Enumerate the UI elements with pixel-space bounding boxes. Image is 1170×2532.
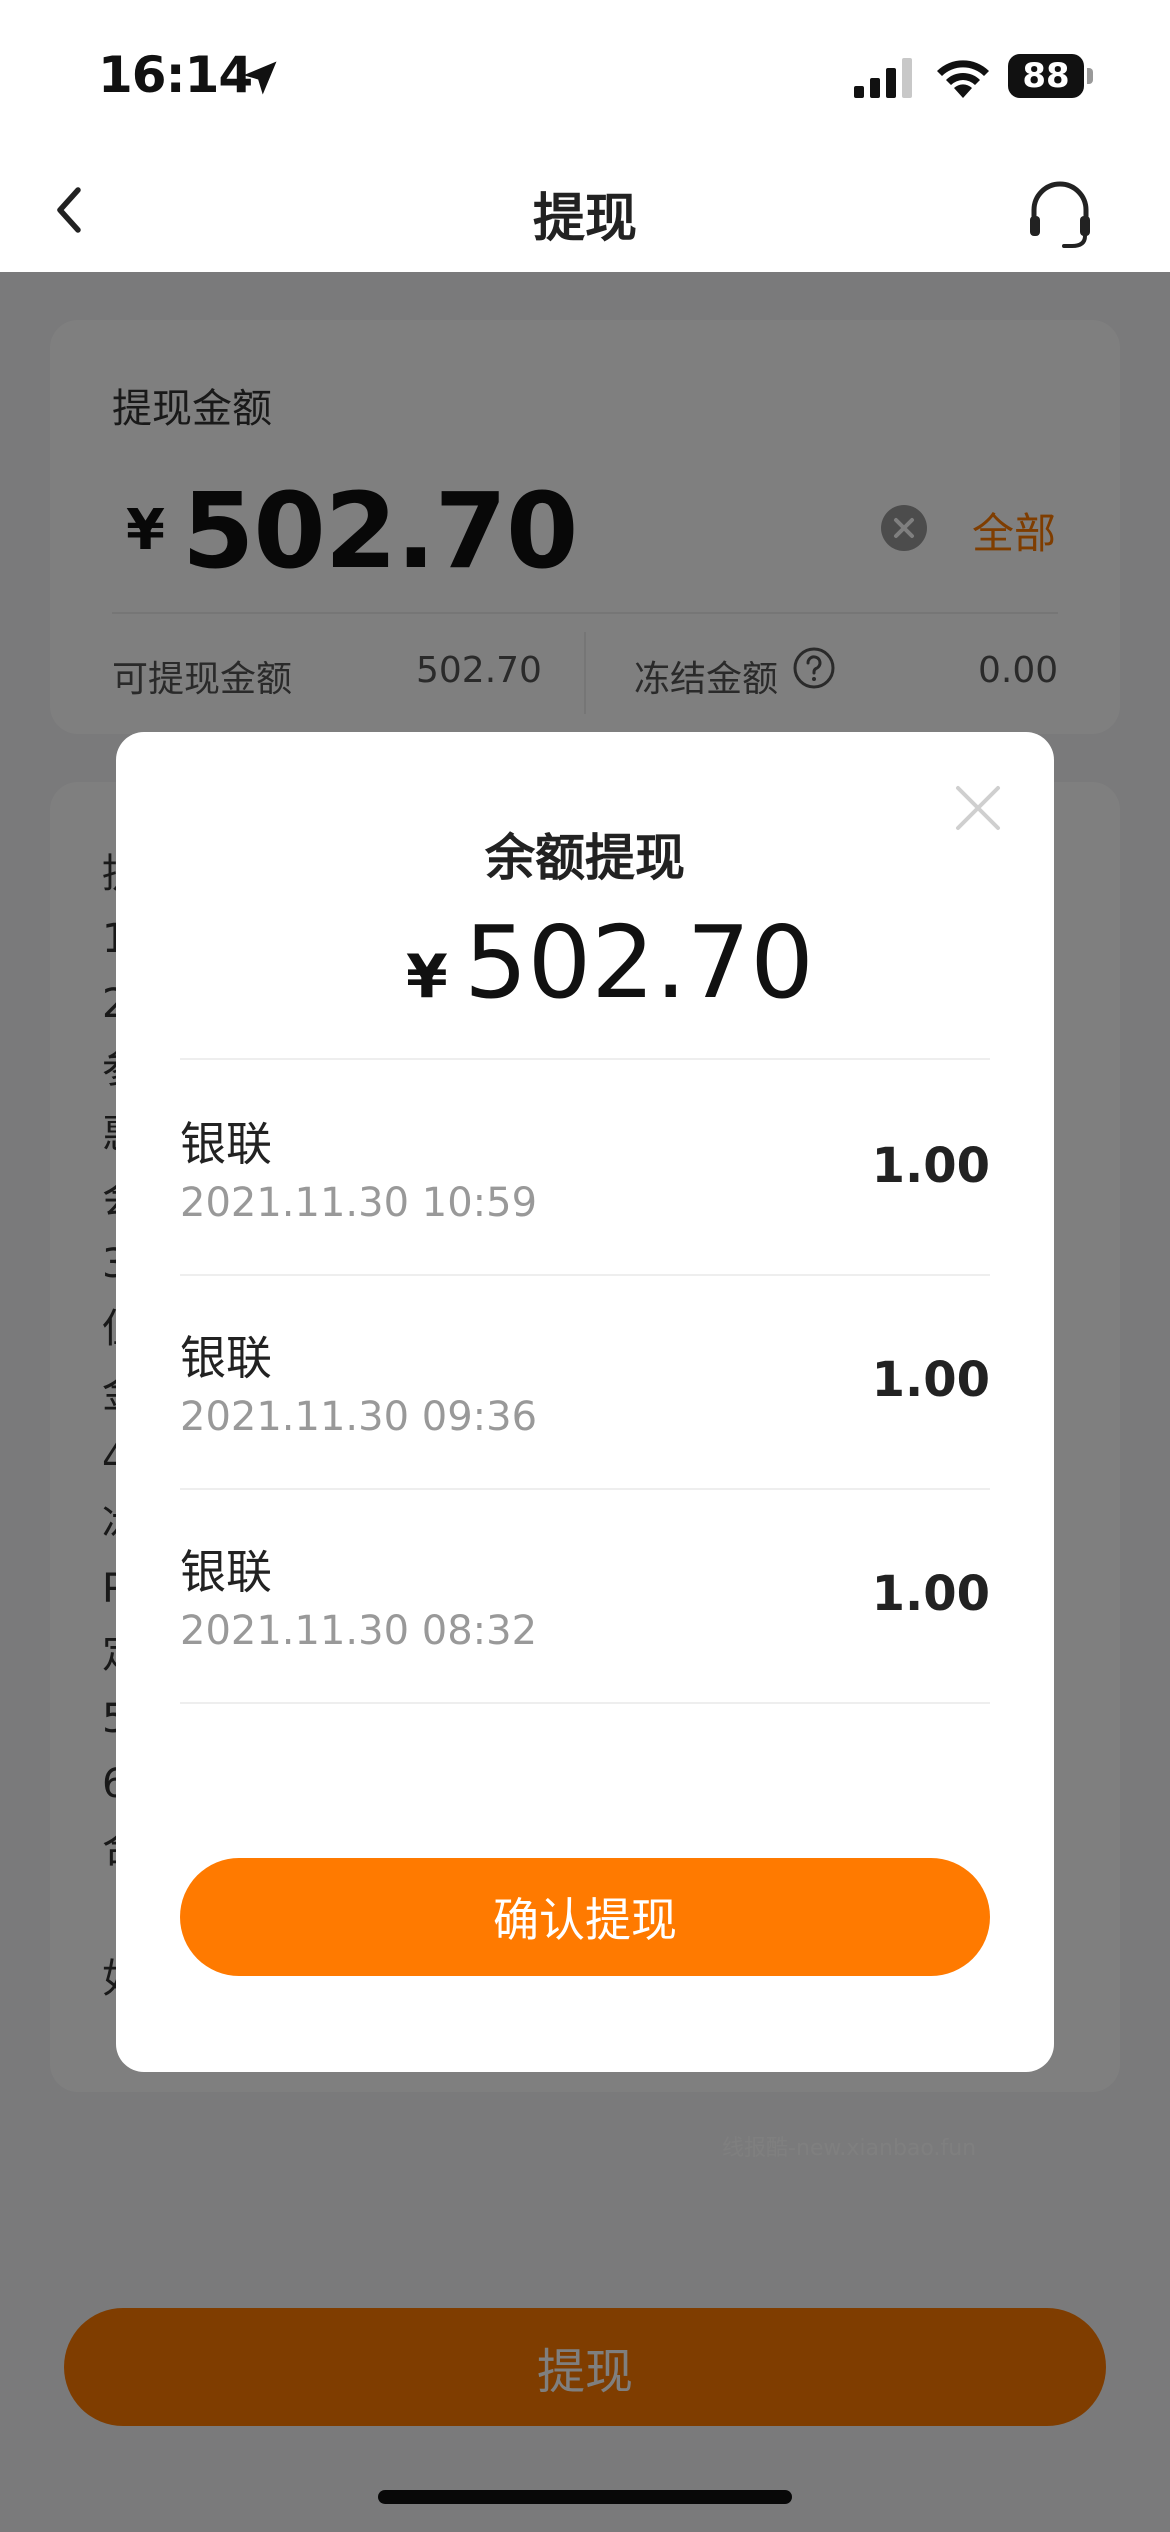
divider bbox=[180, 1702, 990, 1704]
item-time: 2021.11.30 10:59 bbox=[180, 1180, 538, 1226]
item-time: 2021.11.30 09:36 bbox=[180, 1394, 538, 1440]
divider bbox=[180, 1058, 990, 1060]
divider bbox=[180, 1274, 990, 1276]
item-amount: 1.00 bbox=[871, 1566, 990, 1622]
battery-icon: 88 bbox=[1008, 54, 1094, 98]
status-time: 16:14 bbox=[98, 46, 253, 104]
customer-service-headset-icon[interactable] bbox=[1022, 176, 1098, 252]
dialog-currency-symbol: ¥ bbox=[406, 942, 448, 1012]
dialog-amount: 502.70 bbox=[464, 904, 814, 1021]
battery-tip bbox=[1087, 68, 1093, 84]
status-bar: 16:14 88 bbox=[0, 0, 1170, 150]
location-arrow-icon bbox=[243, 61, 277, 95]
page-title: 提现 bbox=[532, 189, 637, 249]
item-channel-name: 银联 bbox=[180, 1545, 272, 1599]
item-channel-name: 银联 bbox=[180, 1117, 272, 1171]
item-amount: 1.00 bbox=[871, 1138, 990, 1194]
item-channel-name: 银联 bbox=[180, 1331, 272, 1385]
balance-withdraw-dialog: 余额提现 ¥ 502.70 银联 2021.11.30 10:59 1.00 银… bbox=[116, 732, 1054, 2072]
screen: 16:14 88 提现 余额提现 ¥ 502.70 银联 2021.11.30 … bbox=[0, 0, 1170, 2532]
confirm-withdraw-button[interactable]: 确认提现 bbox=[180, 1858, 990, 1976]
item-amount: 1.00 bbox=[871, 1352, 990, 1408]
divider bbox=[180, 1488, 990, 1490]
nav-bar: 提现 bbox=[0, 150, 1170, 272]
wifi-icon bbox=[937, 60, 989, 98]
battery-level: 88 bbox=[1008, 54, 1084, 98]
item-time: 2021.11.30 08:32 bbox=[180, 1608, 538, 1654]
dialog-title: 余额提现 bbox=[485, 829, 685, 887]
cellular-signal-icon bbox=[854, 58, 912, 98]
